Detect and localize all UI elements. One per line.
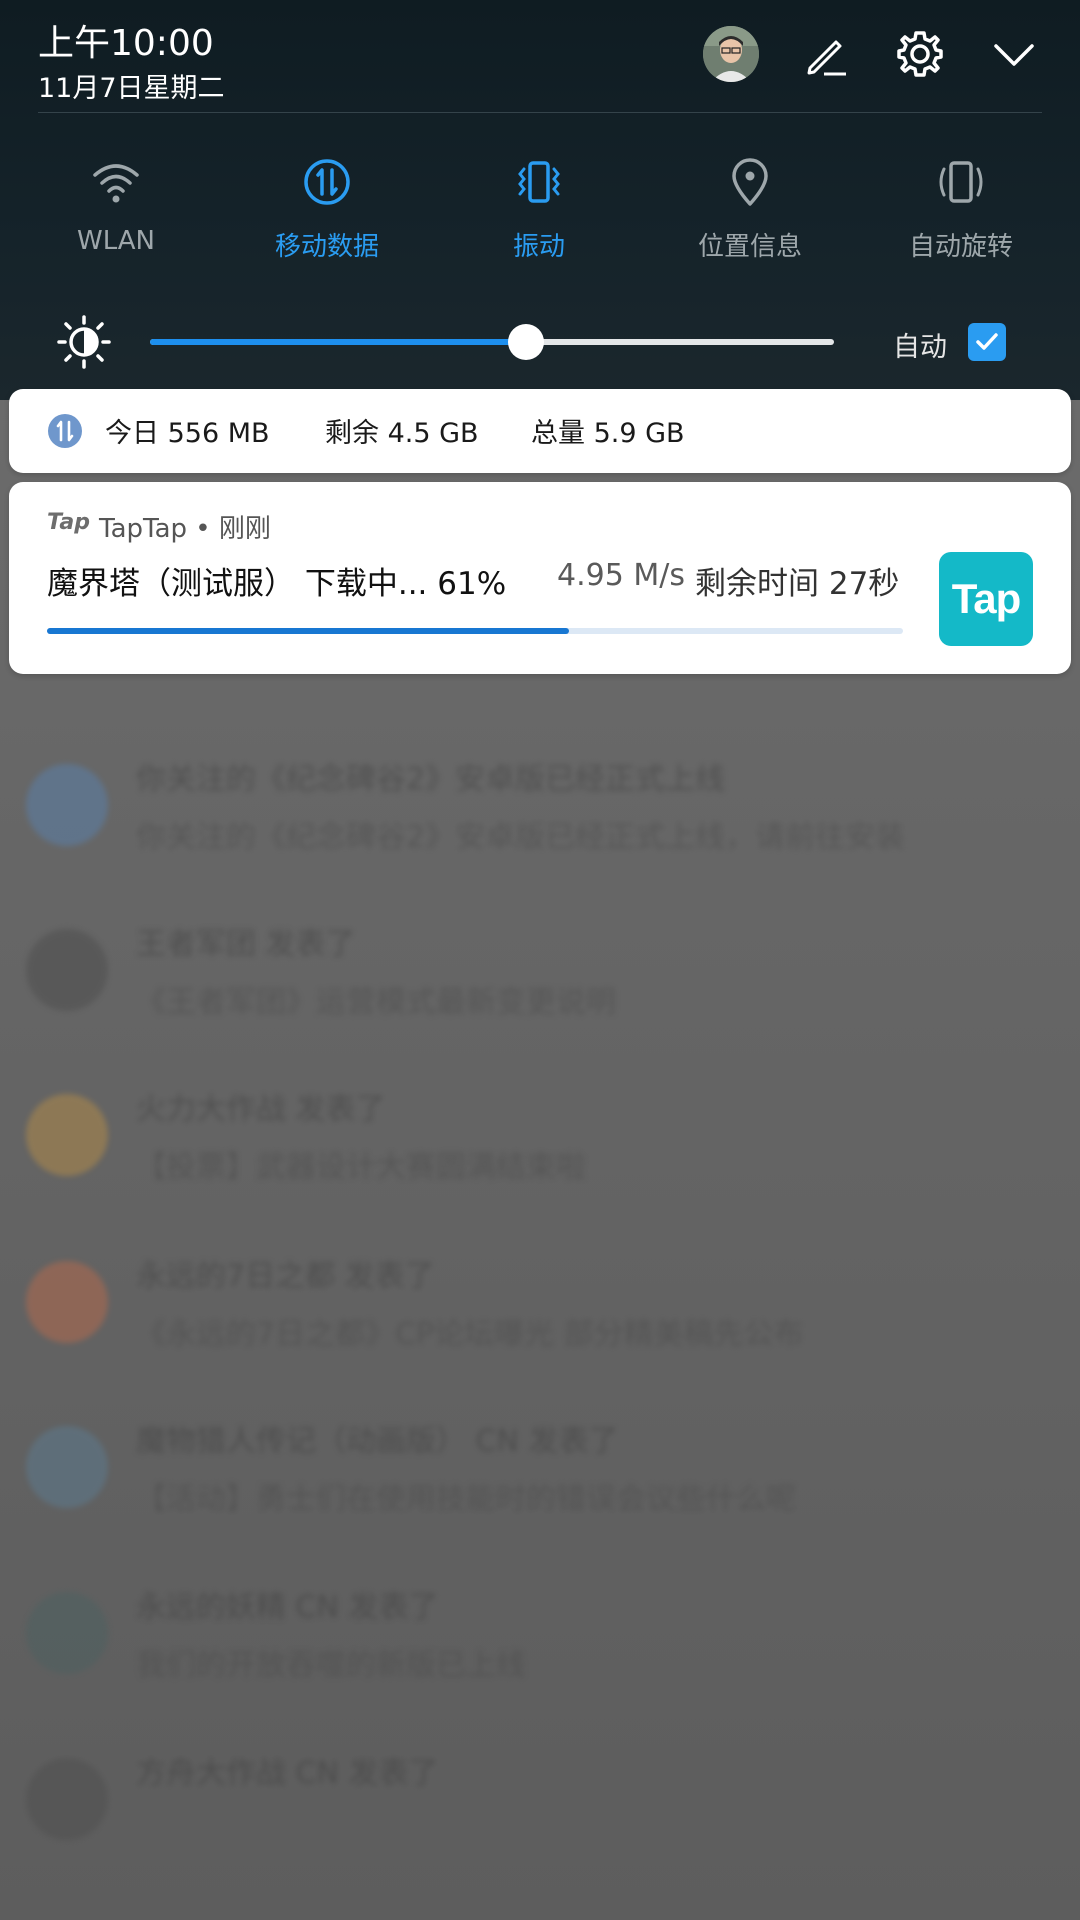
toggle-auto-rotate[interactable]: 自动旋转 bbox=[871, 152, 1051, 262]
auto-brightness-checkbox[interactable] bbox=[968, 323, 1006, 361]
quick-settings-panel: 上午10:00 11月7日星期二 WLAN 移动数据 振动 位置信息 自动旋转 … bbox=[0, 0, 1080, 400]
user-avatar-icon bbox=[703, 26, 759, 82]
brightness-slider[interactable] bbox=[150, 324, 834, 360]
toggle-label: 自动旋转 bbox=[908, 232, 1013, 262]
avatar bbox=[26, 929, 108, 1011]
feed-item[interactable]: 王者军团 发表了 《王者军团》运营模式最新变更说明 bbox=[0, 905, 1080, 1055]
feed-item-body: 《王者军团》运营模式最新变更说明 bbox=[136, 985, 616, 1020]
user-avatar[interactable] bbox=[703, 26, 759, 82]
divider bbox=[38, 112, 1042, 113]
toggle-wlan[interactable]: WLAN bbox=[26, 152, 206, 262]
feed-item[interactable]: 火力大作战 发表了 【投票】武器设计大赛圆满结束啦 bbox=[0, 1070, 1080, 1220]
chevron-down-icon bbox=[994, 44, 1034, 66]
feed-item-title: 魔物猎人传记（动画版） CN 发表了 bbox=[136, 1424, 619, 1459]
feed-item-body: 我们的开放吞噬的新版已上线 bbox=[136, 1648, 526, 1683]
toggle-label: 振动 bbox=[512, 232, 565, 262]
feed-item[interactable]: 永远的7日之都 发表了 《永远的7日之都》CP论坛曝光 部分精美稿先公布 bbox=[0, 1237, 1080, 1387]
feed-item-body: 【活动】勇士们在使用技能时的错误会议些什么呢 bbox=[136, 1482, 796, 1517]
brightness-slider-thumb[interactable] bbox=[508, 324, 545, 360]
feed-item[interactable]: 你关注的《纪念碑谷2》安卓版已经正式上线 你关注的《纪念碑谷2》安卓版已经正式上… bbox=[0, 740, 1080, 890]
brightness-icon bbox=[56, 314, 112, 370]
avatar bbox=[26, 764, 108, 846]
check-icon bbox=[976, 333, 998, 350]
feed-item[interactable]: 魔物猎人传记（动画版） CN 发表了 【活动】勇士们在使用技能时的错误会议些什么… bbox=[0, 1402, 1080, 1552]
mobile-data-icon bbox=[47, 413, 83, 449]
avatar bbox=[26, 1426, 108, 1508]
toggle-label: 移动数据 bbox=[274, 232, 379, 262]
download-notification[interactable]: Tap TapTap • 刚刚 魔界塔（测试服） 下载中... 61% 4.95… bbox=[9, 482, 1071, 674]
avatar bbox=[26, 1592, 108, 1674]
date: 11月7日星期二 bbox=[38, 73, 225, 104]
toggle-mobile-data[interactable]: 移动数据 bbox=[237, 152, 417, 262]
wifi-icon bbox=[86, 152, 146, 212]
mobile-data-icon bbox=[297, 152, 357, 212]
toggle-location[interactable]: 位置信息 bbox=[660, 152, 840, 262]
location-icon bbox=[720, 152, 780, 212]
settings-button[interactable] bbox=[892, 26, 948, 82]
gear-icon bbox=[897, 31, 943, 77]
feed-item[interactable]: 永远的妖精 CN 发表了 我们的开放吞噬的新版已上线 bbox=[0, 1568, 1080, 1718]
feed-item-body: 【投票】武器设计大赛圆满结束啦 bbox=[136, 1150, 586, 1185]
feed-item-title: 你关注的《纪念碑谷2》安卓版已经正式上线 bbox=[136, 762, 726, 797]
feed-item-title: 永远的7日之都 发表了 bbox=[136, 1259, 435, 1294]
brightness-slider-fill bbox=[150, 339, 527, 345]
clock: 上午10:00 bbox=[38, 23, 214, 64]
vibrate-icon bbox=[509, 152, 569, 212]
notification-app-name: TapTap • 刚刚 bbox=[99, 514, 271, 544]
download-title: 魔界塔（测试服） 下载中... 61% bbox=[47, 566, 507, 602]
avatar bbox=[26, 1261, 108, 1343]
taptap-logo: Tap bbox=[47, 510, 90, 535]
feed-item-title: 王者军团 发表了 bbox=[136, 927, 356, 962]
download-progress-fill bbox=[47, 628, 570, 634]
feed-item-body: 你关注的《纪念碑谷2》安卓版已经正式上线，请前往安装 bbox=[136, 820, 906, 855]
download-speed: 4.95 M/s bbox=[557, 558, 685, 593]
data-usage-card[interactable]: 今日 556 MB 剩余 4.5 GB 总量 5.9 GB bbox=[9, 389, 1071, 473]
edit-icon bbox=[807, 40, 846, 76]
feed-item[interactable]: 方舟大作战 CN 发表了 bbox=[0, 1734, 1080, 1884]
edit-button[interactable] bbox=[798, 26, 854, 82]
auto-rotate-icon bbox=[931, 152, 991, 212]
feed-item-body: 《永远的7日之都》CP论坛曝光 部分精美稿先公布 bbox=[136, 1317, 804, 1352]
taptap-app-icon: Tap bbox=[939, 552, 1033, 646]
toggle-label: 位置信息 bbox=[697, 232, 802, 262]
toggle-label: WLAN bbox=[76, 226, 156, 256]
data-usage-remaining: 剩余 4.5 GB bbox=[325, 418, 479, 449]
download-time-remaining: 剩余时间 27秒 bbox=[695, 566, 900, 602]
avatar bbox=[26, 1094, 108, 1176]
feed-item-title: 永远的妖精 CN 发表了 bbox=[136, 1590, 439, 1625]
download-progress-bar bbox=[47, 628, 903, 634]
feed-item-title: 火力大作战 发表了 bbox=[136, 1092, 386, 1127]
collapse-button[interactable] bbox=[986, 26, 1042, 82]
feed-item-title: 方舟大作战 CN 发表了 bbox=[136, 1756, 439, 1791]
data-usage-today: 今日 556 MB bbox=[105, 418, 270, 449]
data-usage-total: 总量 5.9 GB bbox=[531, 418, 685, 449]
auto-brightness-label: 自动 bbox=[893, 332, 947, 363]
toggle-vibrate[interactable]: 振动 bbox=[449, 152, 629, 262]
avatar bbox=[26, 1758, 108, 1840]
